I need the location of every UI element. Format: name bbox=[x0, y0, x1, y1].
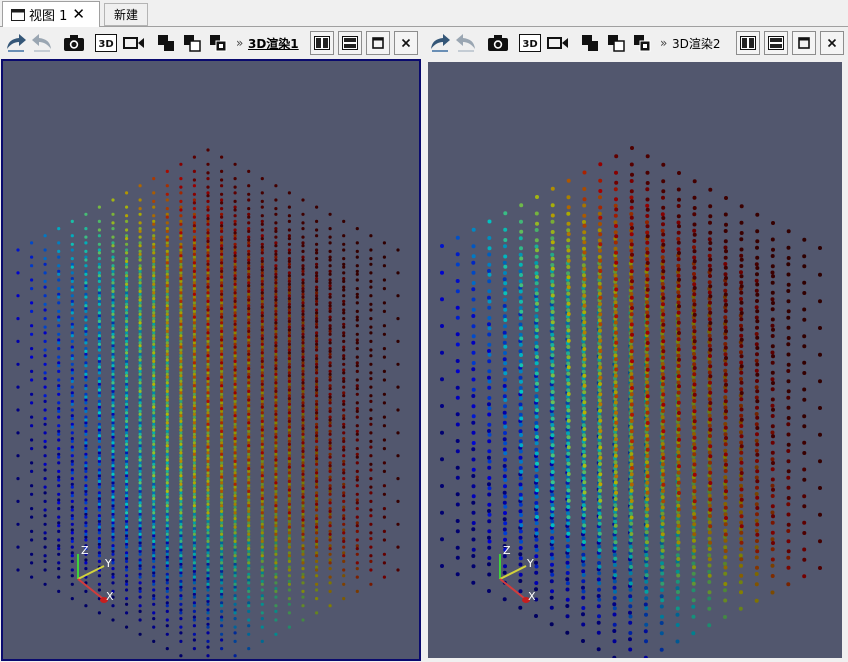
interactive-select-button[interactable] bbox=[206, 31, 230, 55]
maximize-icon bbox=[372, 37, 384, 49]
render-view-2[interactable]: Z Y X bbox=[428, 62, 842, 658]
toolbar-chevron[interactable]: » bbox=[236, 36, 243, 50]
record-button[interactable] bbox=[546, 31, 570, 55]
redo-camera-button[interactable] bbox=[30, 31, 54, 55]
split-vertical-icon bbox=[768, 36, 784, 50]
render-view-1[interactable]: Z Y X bbox=[1, 59, 421, 661]
render-view-name[interactable]: 3D渲染2 bbox=[672, 35, 721, 52]
split-vertical-button[interactable] bbox=[338, 31, 362, 55]
toolbar-left: 3D » 3D渲染1 bbox=[0, 29, 424, 58]
tab-new[interactable]: 新建 bbox=[104, 3, 148, 26]
close-icon bbox=[827, 38, 837, 48]
3d-toggle-icon: 3D bbox=[519, 34, 541, 52]
toolbar-chevron[interactable]: » bbox=[660, 36, 667, 50]
close-view-button[interactable] bbox=[394, 31, 418, 55]
redo-camera-button[interactable] bbox=[454, 31, 478, 55]
axis-label-x: X bbox=[106, 590, 114, 603]
tab-bar: 视图 1 ✕ 新建 bbox=[0, 0, 848, 27]
split-vertical-button[interactable] bbox=[764, 31, 788, 55]
record-icon bbox=[123, 37, 144, 49]
select-points-icon bbox=[608, 35, 625, 52]
tab-bar-divider bbox=[0, 26, 848, 27]
redo-camera-icon bbox=[456, 34, 475, 52]
record-icon bbox=[547, 37, 568, 49]
split-vertical-icon bbox=[342, 36, 358, 50]
axis-label-z: Z bbox=[81, 544, 89, 557]
select-points-icon bbox=[184, 35, 201, 52]
3d-toggle-button[interactable]: 3D bbox=[518, 31, 542, 55]
camera-icon bbox=[488, 35, 508, 51]
interactive-select-icon bbox=[210, 35, 227, 52]
interactive-select-icon bbox=[634, 35, 651, 52]
maximize-button[interactable] bbox=[366, 31, 390, 55]
tab-view-1[interactable]: 视图 1 ✕ bbox=[2, 1, 100, 27]
undo-camera-button[interactable] bbox=[428, 31, 452, 55]
close-icon bbox=[401, 38, 411, 48]
select-icon bbox=[158, 35, 174, 51]
render-view-name[interactable]: 3D渲染1 bbox=[248, 35, 299, 52]
split-horizontal-icon bbox=[740, 36, 756, 50]
record-button[interactable] bbox=[122, 31, 146, 55]
split-horizontal-icon bbox=[314, 36, 330, 50]
select-cells-button[interactable] bbox=[578, 31, 602, 55]
3d-toggle-button[interactable]: 3D bbox=[94, 31, 118, 55]
3d-toggle-icon: 3D bbox=[95, 34, 117, 52]
axis-label-y: Y bbox=[105, 557, 112, 570]
toolbar-right: 3D » 3D渲染2 bbox=[426, 29, 848, 58]
split-horizontal-button[interactable] bbox=[736, 31, 760, 55]
maximize-icon bbox=[798, 37, 810, 49]
interactive-select-button[interactable] bbox=[630, 31, 654, 55]
tab-label: 新建 bbox=[113, 8, 138, 22]
camera-icon bbox=[64, 35, 84, 51]
select-cells-button[interactable] bbox=[154, 31, 178, 55]
select-points-button[interactable] bbox=[180, 31, 204, 55]
split-horizontal-button[interactable] bbox=[310, 31, 334, 55]
undo-camera-icon bbox=[7, 34, 26, 52]
close-view-button[interactable] bbox=[820, 31, 844, 55]
orientation-axes bbox=[77, 554, 108, 603]
screenshot-button[interactable] bbox=[62, 31, 86, 55]
select-points-button[interactable] bbox=[604, 31, 628, 55]
tab-label: 视图 1 bbox=[29, 9, 68, 24]
close-tab-icon[interactable]: ✕ bbox=[72, 7, 85, 22]
screenshot-button[interactable] bbox=[486, 31, 510, 55]
maximize-button[interactable] bbox=[792, 31, 816, 55]
undo-camera-button[interactable] bbox=[4, 31, 28, 55]
select-icon bbox=[582, 35, 598, 51]
undo-camera-icon bbox=[431, 34, 450, 52]
redo-camera-icon bbox=[32, 34, 51, 52]
window-icon bbox=[11, 8, 25, 21]
